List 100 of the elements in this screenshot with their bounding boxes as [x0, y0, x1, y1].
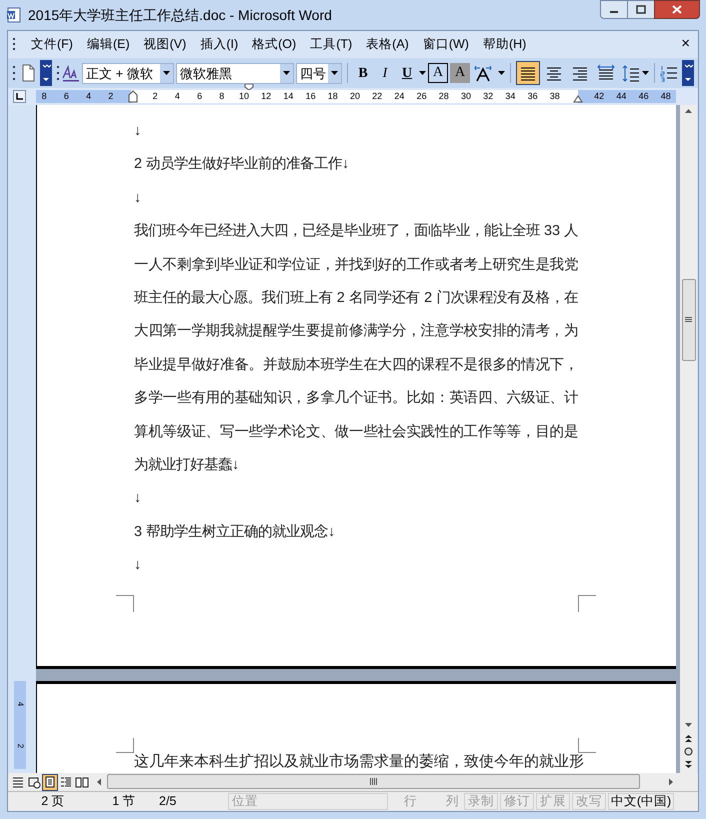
bold-button[interactable]: B — [353, 63, 373, 83]
ruler-number: 44 — [616, 90, 626, 103]
horizontal-ruler[interactable]: 8 6 4 2 2 4 6 8 10 12 14 16 18 20 22 24 26 28 30 32 34 36 38 42 44 46 48 — [36, 90, 676, 103]
status-item: 列 — [445, 793, 460, 810]
close-icon — [672, 5, 682, 14]
dropdown-arrow-icon — [283, 71, 290, 75]
print-layout-icon — [43, 775, 57, 789]
close-document-button[interactable]: × — [677, 33, 694, 56]
print-view-button[interactable] — [42, 774, 58, 790]
menu-item[interactable]: 格式(O) — [245, 35, 304, 54]
status-item: 录制 — [464, 793, 498, 810]
menu-item[interactable]: 工具(T) — [303, 35, 360, 54]
dropdown-arrow-icon[interactable] — [419, 71, 426, 75]
status-item: 位置 — [228, 793, 388, 810]
ruler-number: 2 — [16, 744, 24, 748]
indent-marker-icon[interactable] — [128, 90, 138, 103]
previous-page-icon[interactable] — [684, 734, 693, 743]
ruler-number: 26 — [416, 90, 427, 103]
font-dropdown[interactable]: 微软雅黑 — [176, 62, 294, 84]
toolbar-overflow-icon[interactable] — [682, 60, 694, 86]
grip-icon — [370, 778, 378, 785]
grip-icon — [685, 317, 692, 323]
status-item: 改写 — [572, 793, 606, 810]
ruler-number: 28 — [438, 90, 449, 103]
menu-item[interactable]: 窗口(W) — [416, 35, 476, 54]
numbering-icon[interactable] — [660, 64, 678, 82]
window-title: 2015年大学班主任工作总结.doc - Microsoft Word — [28, 6, 332, 24]
outline-view-icon — [59, 775, 73, 789]
heading-line: 3 帮助学生树立正确的就业观念↓ — [134, 522, 336, 542]
margin-corner-icon — [116, 594, 134, 612]
dropdown-arrow-icon — [163, 71, 170, 75]
menu-item[interactable]: 帮助(H) — [476, 35, 534, 54]
reading-layout-icon — [75, 775, 89, 789]
ruler-number: 8 — [219, 90, 224, 103]
restore-icon — [636, 5, 646, 14]
ruler-number: 32 — [483, 90, 494, 103]
italic-button[interactable]: I — [375, 63, 395, 83]
grip-icon — [12, 64, 16, 82]
indent-marker-icon[interactable] — [573, 95, 583, 103]
web-layout-icon — [27, 775, 41, 789]
ruler-number: 22 — [372, 90, 382, 103]
ruler-number: 24 — [394, 90, 404, 103]
next-page-icon[interactable] — [684, 760, 693, 769]
underline-button[interactable]: U — [397, 63, 417, 83]
ruler-number: 6 — [64, 90, 69, 103]
grip-icon — [56, 64, 60, 82]
ruler-number: 12 — [261, 90, 272, 103]
styles-icon[interactable] — [62, 64, 80, 82]
left-tab-icon — [16, 93, 23, 100]
grip-icon — [12, 36, 16, 52]
font-size-dropdown[interactable]: 四号 — [296, 62, 342, 84]
paragraph: 我们班今年已经进入大四，已经是毕业班了，面临毕业，能让全班 33 人一人不剩拿到毕业证和学位证，并找到好的工作或者考上研究生是我党班主任的最大心愿。我们班上有 2 名同学还有 2 门次课程没有及格，在大四第一学期我就提醒学生要提前修满学分，注意学校安排的清考，为毕业提早做好准备。并鼓励本班学生在大四的课程不是很多的情况下，多学一些有用的基础知识，多拿几个证书。比如：英语四、六级证、计算机等级证、写一些学术论文、做一些社会实践性的工作等等，目的是为就业打好基蠢↓ — [134, 222, 578, 476]
minimize-button[interactable] — [600, 0, 628, 19]
ruler-number: 4 — [86, 90, 92, 103]
ruler-number: 8 — [42, 90, 47, 103]
character-shading-button[interactable]: A — [450, 63, 470, 83]
paragraph-mark: ↓ — [134, 489, 142, 508]
style-dropdown[interactable]: 正文 + 微软 — [82, 62, 174, 84]
ruler-number: 42 — [594, 90, 604, 103]
dropdown-arrow-icon[interactable] — [642, 71, 649, 75]
heading-line: 2 动员学生做好毕业前的准备工作↓ — [134, 155, 350, 174]
ruler-number: 38 — [550, 90, 560, 103]
menu-item[interactable]: 表格(A) — [359, 35, 416, 54]
paragraph-mark: ↓ — [134, 556, 142, 576]
horizontal-scrollbar-thumb[interactable] — [107, 774, 640, 789]
line-spacing-icon[interactable] — [622, 64, 640, 82]
menu-item[interactable]: 视图(V) — [136, 35, 194, 54]
ruler-number: 4 — [16, 702, 24, 706]
toolbar-overflow-icon[interactable] — [40, 60, 52, 86]
character-border-button[interactable]: A — [428, 63, 448, 83]
close-button[interactable] — [654, 0, 700, 19]
status-item: 行 — [403, 793, 418, 810]
ruler-number: 6 — [197, 90, 202, 103]
status-item: 1 节 — [111, 793, 137, 810]
margin-corner-icon — [578, 738, 596, 753]
ruler-number: 46 — [638, 90, 649, 103]
margin-corner-icon — [116, 738, 134, 753]
ruler-number: 48 — [660, 90, 671, 103]
ruler-number: 20 — [350, 90, 360, 103]
menu-item[interactable]: 文件(F) — [24, 35, 80, 54]
vertical-scrollbar[interactable] — [680, 105, 697, 773]
dropdown-arrow-icon[interactable] — [498, 71, 505, 75]
normal-view-icon — [11, 775, 25, 789]
vertical-ruler[interactable]: 4 2 — [14, 681, 26, 769]
menu-item[interactable]: 编辑(E) — [80, 35, 137, 54]
ruler-number: 2 — [152, 90, 158, 103]
distribute-icon — [597, 64, 615, 82]
restore-button[interactable] — [628, 0, 654, 19]
dropdown-arrow-icon — [331, 71, 338, 75]
menu-item[interactable]: 插入(I) — [193, 35, 246, 54]
browse-object-icon[interactable] — [684, 747, 693, 756]
scrollbar-thumb[interactable] — [682, 279, 696, 361]
tab-selector[interactable] — [13, 90, 26, 103]
paragraph-mark: ↓ — [134, 188, 142, 208]
ruler-number: 2 — [108, 90, 114, 103]
ruler-number: 18 — [328, 90, 338, 103]
status-item: 2 页 — [40, 793, 66, 810]
new-document-icon[interactable] — [20, 64, 36, 82]
justify-button[interactable] — [516, 61, 540, 85]
ruler-number: 30 — [461, 90, 471, 103]
